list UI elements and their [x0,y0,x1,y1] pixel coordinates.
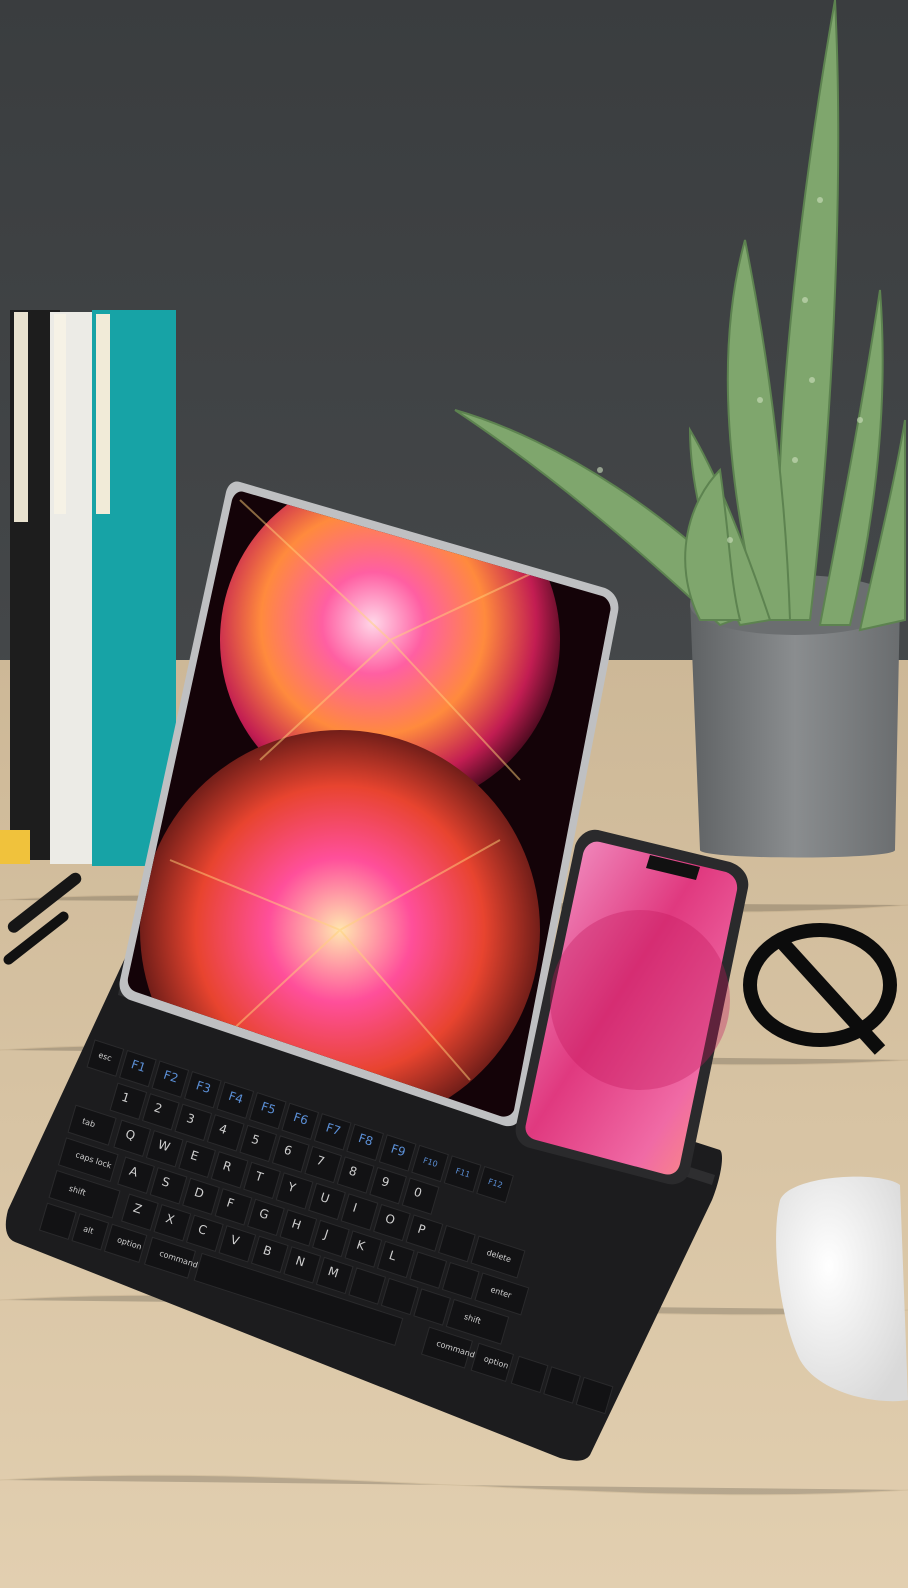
plant-pot [690,600,900,858]
books [0,310,176,866]
photo-illustration: escF1F2F3F4F5F6F7F8F9F10F11F121234567890… [0,0,908,1588]
photo-scene: esc F1 F2 F3 F4 F5 F6 F7 F8 F9 F10 F11 F12 1 2 3 4 5 6 7 8 9 0… [0,0,908,1588]
